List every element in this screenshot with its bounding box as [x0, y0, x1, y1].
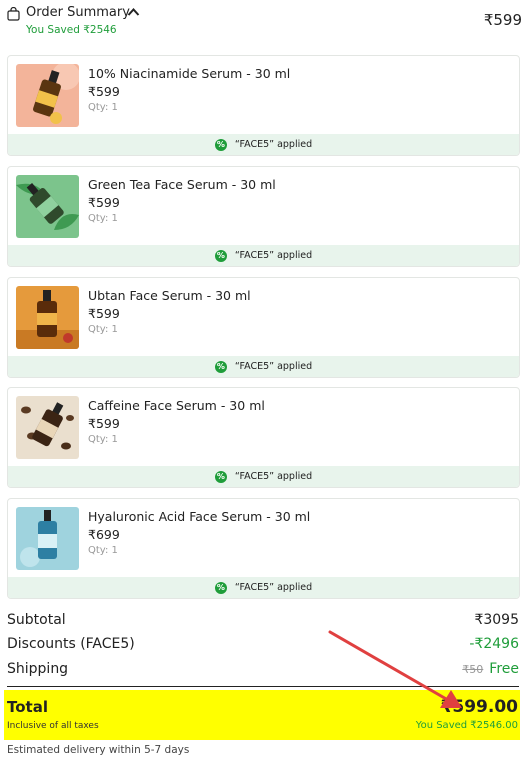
product-image [16, 286, 79, 349]
delivery-estimate: Estimated delivery within 5-7 days [7, 744, 190, 756]
product-name[interactable]: 10% Niacinamide Serum - 30 ml [88, 66, 290, 81]
coupon-applied-bar: % “FACE5” applied [8, 577, 519, 598]
shopping-bag-icon [7, 7, 20, 21]
discount-percent-icon: % [214, 360, 227, 373]
discount-value: -₹2496 [469, 636, 519, 652]
product-name[interactable]: Ubtan Face Serum - 30 ml [88, 288, 251, 303]
product-name[interactable]: Hyaluronic Acid Face Serum - 30 ml [88, 509, 310, 524]
total-value: ₹599.00 [440, 697, 518, 717]
coupon-applied-text: “FACE5” applied [234, 250, 313, 261]
order-item: Caffeine Face Serum - 30 ml ₹599 Qty: 1 … [7, 387, 520, 488]
product-price: ₹599 [88, 416, 120, 431]
header-total-price: ₹599 [483, 11, 522, 29]
shipping-row: Shipping ₹50 Free [7, 661, 519, 681]
order-summary-title: Order Summary [26, 5, 130, 20]
product-name[interactable]: Green Tea Face Serum - 30 ml [88, 177, 276, 192]
shipping-value-group: ₹50 Free [462, 661, 519, 677]
coupon-applied-bar: % “FACE5” applied [8, 356, 519, 377]
subtotal-row: Subtotal ₹3095 [7, 612, 519, 632]
coupon-applied-text: “FACE5” applied [234, 361, 313, 372]
subtotal-value: ₹3095 [474, 612, 519, 628]
product-image [16, 396, 79, 459]
order-summary-header[interactable]: Order Summary You Saved ₹2546 ₹599 [0, 0, 530, 48]
summary-divider [7, 686, 519, 687]
discount-percent-icon: % [214, 470, 227, 483]
product-name[interactable]: Caffeine Face Serum - 30 ml [88, 398, 265, 413]
product-qty: Qty: 1 [88, 213, 118, 224]
coupon-applied-text: “FACE5” applied [234, 139, 313, 150]
order-item: 10% Niacinamide Serum - 30 ml ₹599 Qty: … [7, 55, 520, 156]
product-image [16, 175, 79, 238]
product-qty: Qty: 1 [88, 102, 118, 113]
order-item: Green Tea Face Serum - 30 ml ₹599 Qty: 1… [7, 166, 520, 267]
discount-percent-icon: % [214, 249, 227, 262]
header-saved-amount: You Saved ₹2546 [26, 24, 117, 36]
coupon-applied-bar: % “FACE5” applied [8, 466, 519, 487]
total-saved-amount: You Saved ₹2546.00 [415, 720, 518, 731]
shipping-label: Shipping [7, 661, 69, 677]
product-qty: Qty: 1 [88, 434, 118, 445]
coupon-applied-text: “FACE5” applied [234, 582, 313, 593]
shipping-original-price: ₹50 [462, 663, 484, 676]
order-item: Hyaluronic Acid Face Serum - 30 ml ₹699 … [7, 498, 520, 599]
product-price: ₹699 [88, 527, 120, 542]
discount-percent-icon: % [214, 138, 227, 151]
product-qty: Qty: 1 [88, 324, 118, 335]
coupon-applied-bar: % “FACE5” applied [8, 245, 519, 266]
product-qty: Qty: 1 [88, 545, 118, 556]
product-image [16, 507, 79, 570]
product-image [16, 64, 79, 127]
tax-note: Inclusive of all taxes [7, 721, 99, 731]
order-item: Ubtan Face Serum - 30 ml ₹599 Qty: 1 % “… [7, 277, 520, 378]
product-price: ₹599 [88, 306, 120, 321]
total-section: Total Inclusive of all taxes ₹599.00 You… [4, 690, 520, 740]
product-price: ₹599 [88, 195, 120, 210]
discount-label: Discounts (FACE5) [7, 636, 135, 652]
product-price: ₹599 [88, 84, 120, 99]
shipping-value: Free [489, 661, 519, 677]
total-label: Total [7, 698, 48, 716]
discount-row: Discounts (FACE5) -₹2496 [7, 636, 519, 656]
coupon-applied-text: “FACE5” applied [234, 471, 313, 482]
coupon-applied-bar: % “FACE5” applied [8, 134, 519, 155]
discount-percent-icon: % [214, 581, 227, 594]
subtotal-label: Subtotal [7, 612, 66, 628]
chevron-up-icon[interactable] [127, 7, 140, 17]
